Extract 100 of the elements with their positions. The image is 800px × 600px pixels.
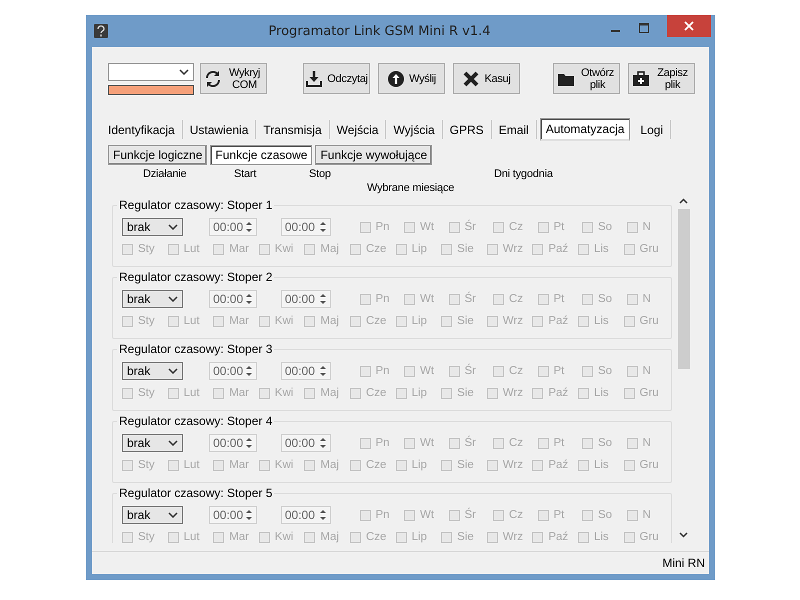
column-header: Stop (309, 168, 331, 180)
checkbox-label: Sty (138, 243, 155, 255)
toolbar-button[interactable]: Wykryj COM (200, 63, 267, 94)
checkbox-label: Pn (376, 293, 390, 305)
action-select[interactable]: brak (122, 218, 184, 236)
checkbox-label: Cze (366, 387, 386, 399)
action-select[interactable]: brak (122, 362, 184, 380)
group-title: Regulator czasowy: Stoper 1 (117, 198, 274, 212)
toolbar-button[interactable]: Otwórz plik (553, 63, 620, 94)
checkbox-label: Sie (457, 459, 474, 471)
checkbox-label: Lut (184, 387, 200, 399)
group-title: Regulator czasowy: Stoper 2 (117, 270, 274, 284)
checkbox-label: Mar (229, 459, 249, 471)
checkbox-label: Śr (464, 293, 476, 305)
start-time-field[interactable]: 00:00 (209, 434, 257, 452)
start-time-field[interactable]: 00:00 (209, 506, 257, 524)
column-header: Wybrane miesiące (367, 182, 454, 194)
tab[interactable]: Wyjścia (386, 120, 443, 138)
checkbox-label: Wt (420, 293, 434, 305)
checkbox-label: Wrz (502, 459, 523, 471)
sub-tab[interactable]: Funkcje czasowe (210, 145, 312, 165)
tab[interactable]: Logi (633, 120, 672, 138)
checkbox-label: Wrz (502, 315, 523, 327)
checkbox-label: Paź (548, 243, 568, 255)
checkbox-label: Kwi (274, 531, 294, 543)
sub-tab[interactable]: Funkcje logiczne (108, 145, 208, 165)
checkbox-label: Cz (509, 509, 524, 521)
checkbox-label: So (598, 221, 612, 233)
action-select[interactable]: brak (122, 290, 184, 308)
tab[interactable]: Ustawienia (182, 120, 256, 138)
checkbox-label: Mar (229, 243, 249, 255)
toolbar-button[interactable]: Kasuj (453, 63, 520, 94)
tab[interactable]: Automatyzacja (540, 118, 630, 140)
checkbox-label: Pt (554, 293, 564, 305)
checkbox-label: Lip (412, 243, 427, 255)
checkbox-label: Sie (457, 531, 474, 543)
checkbox-label: Paź (548, 387, 568, 399)
checkbox-label: Śr (464, 365, 476, 377)
checkbox-label: Kwi (274, 315, 294, 327)
checkbox-label: Pn (376, 221, 390, 233)
checkbox-label: Sty (138, 387, 155, 399)
checkbox-label: So (598, 509, 612, 521)
checkbox-label: Gru (640, 315, 659, 327)
checkbox-label: Sty (138, 459, 155, 471)
checkbox-label: Pn (376, 437, 390, 449)
window-title: Programator Link GSM Mini R v1.4 (267, 24, 492, 38)
checkbox-label: Kwi (274, 459, 294, 471)
checkbox-label: Lut (184, 243, 200, 255)
checkbox-label: Cz (509, 293, 524, 305)
checkbox-label: Gru (640, 387, 659, 399)
toolbar-button[interactable]: Odczytaj (303, 63, 370, 94)
action-select[interactable]: brak (122, 434, 184, 452)
column-header: Działanie (143, 168, 186, 180)
checkbox-label: Cze (366, 459, 386, 471)
start-time-field[interactable]: 00:00 (209, 362, 257, 380)
stop-time-field[interactable]: 00:00 (280, 362, 330, 380)
checkbox-label: Wt (420, 509, 434, 521)
checkbox-label: Lip (412, 459, 427, 471)
stop-time-field[interactable]: 00:00 (280, 434, 330, 452)
stop-time-field[interactable]: 00:00 (280, 506, 330, 524)
checkbox-label: N (642, 293, 651, 305)
checkbox-label: So (598, 365, 612, 377)
checkbox-label: N (642, 509, 651, 521)
checkbox-label: Gru (640, 243, 659, 255)
tab[interactable]: Transmisja (256, 120, 330, 138)
tab[interactable]: Identyfikacja (101, 120, 183, 138)
sub-tab[interactable]: Funkcje wywołujące (315, 145, 432, 165)
checkbox-label: Lip (412, 387, 427, 399)
checkbox-label: Cze (366, 315, 386, 327)
checkbox-label: Maj (320, 531, 339, 543)
checkbox-label: Wt (420, 365, 434, 377)
checkbox-label: N (642, 437, 651, 449)
checkbox-label: Pt (554, 509, 564, 521)
checkbox-label: Cz (509, 437, 524, 449)
checkbox-label: Lis (594, 531, 609, 543)
checkbox-label: Cz (509, 221, 524, 233)
checkbox-label: Śr (464, 509, 476, 521)
start-time-field[interactable]: 00:00 (209, 290, 257, 308)
start-time-field[interactable]: 00:00 (209, 218, 257, 236)
column-header: Dni tygodnia (494, 168, 553, 180)
toolbar-button[interactable]: Wyślij (378, 63, 445, 94)
checkbox-label: So (598, 293, 612, 305)
action-select[interactable]: brak (122, 506, 184, 524)
checkbox-label: Wt (420, 437, 434, 449)
checkbox-label: Sie (457, 315, 474, 327)
tab[interactable]: GPRS (442, 120, 492, 138)
tab[interactable]: Email (492, 120, 537, 138)
group-title: Regulator czasowy: Stoper 5 (117, 486, 274, 500)
checkbox-label: Lut (184, 315, 200, 327)
toolbar-button[interactable]: Zapisz plik (628, 63, 695, 94)
checkbox-label: Mar (229, 315, 249, 327)
stop-time-field[interactable]: 00:00 (280, 290, 330, 308)
tab[interactable]: Wejścia (330, 120, 386, 138)
stop-time-field[interactable]: 00:00 (280, 218, 330, 236)
checkbox-label: Wrz (502, 243, 523, 255)
checkbox-label: Lis (594, 459, 609, 471)
checkbox-label: Śr (464, 437, 476, 449)
status-text: Mini RN (662, 556, 705, 570)
checkbox-label: Pn (376, 365, 390, 377)
checkbox-label: Wt (420, 221, 434, 233)
